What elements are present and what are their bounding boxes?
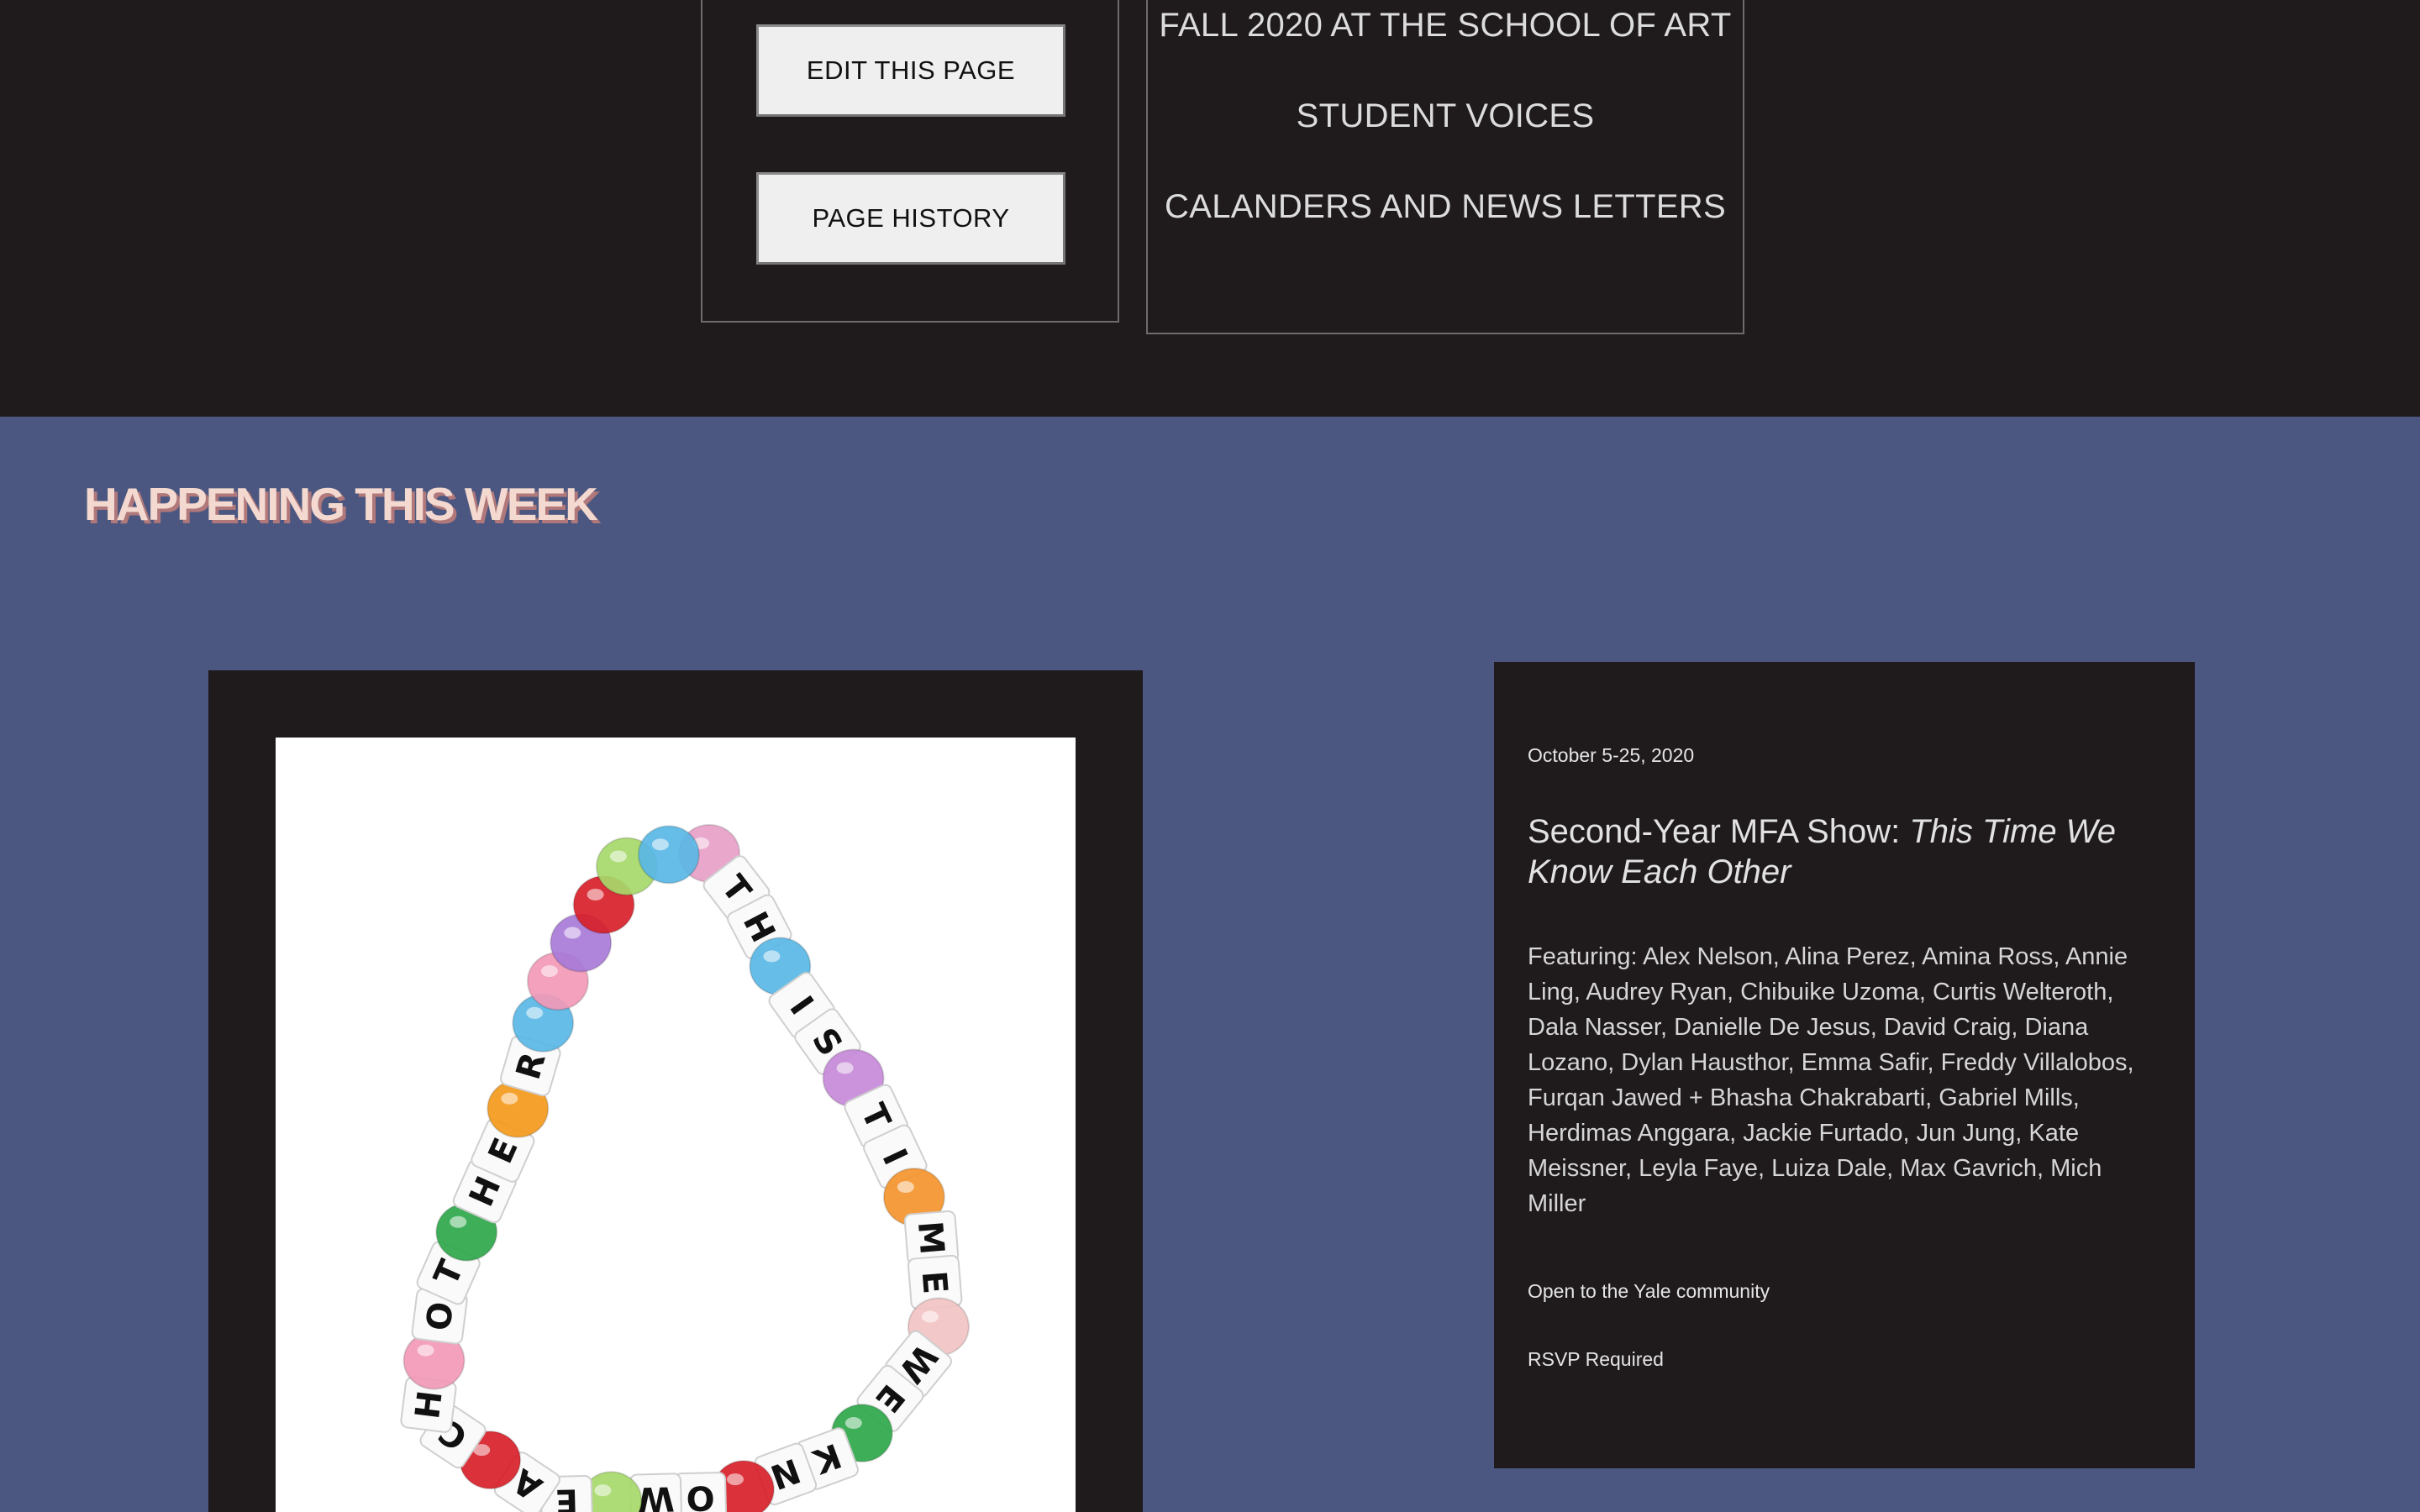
bead-highlight [587, 889, 604, 901]
nav-link-fall-2020[interactable]: FALL 2020 AT THE SCHOOL OF ART [1148, 7, 1743, 45]
event-featuring: Featuring: Alex Nelson, Alina Perez, Ami… [1528, 943, 2134, 1217]
section-title: HAPPENING THIS WEEK [84, 478, 598, 530]
bead-highlight [726, 1473, 744, 1486]
event-image-frame: THISTIMEWEKNOWEACHOTHER [208, 670, 1143, 1512]
event-date: October 5-25, 2020 [1528, 744, 1695, 766]
event-audience: Open to the Yale community [1528, 1280, 1770, 1302]
bead-highlight [651, 838, 669, 851]
bead-highlight [897, 1181, 914, 1194]
bead-highlight [501, 1092, 518, 1105]
nav-link-calendars-newsletters[interactable]: CALANDERS AND NEWS LETTERS [1148, 188, 1743, 226]
bead-highlight [763, 950, 781, 963]
bead-highlight [417, 1344, 434, 1357]
bead-highlight [526, 1006, 544, 1019]
letter-bead-letter: M [910, 1220, 951, 1256]
page-actions-panel: EDIT THIS PAGE PAGE HISTORY [701, 0, 1119, 323]
bead-highlight [836, 1062, 854, 1074]
page-history-button[interactable]: PAGE HISTORY [756, 172, 1065, 265]
letter-bead: O [674, 1472, 728, 1512]
letter-bead-letter: O [686, 1478, 715, 1512]
nav-link-student-voices[interactable]: STUDENT VOICES [1148, 97, 1743, 135]
letter-bead-letter: W [637, 1478, 675, 1512]
letter-bead-letter: O [419, 1299, 461, 1332]
letter-bead-letter: E [914, 1269, 955, 1295]
event-card: October 5-25, 2020 Second-Year MFA Show:… [1494, 662, 2195, 1468]
bead-highlight [844, 1417, 862, 1430]
bead-highlight [594, 1484, 612, 1497]
event-title-prefix: Second-Year MFA Show: [1528, 813, 1910, 850]
bead-highlight [450, 1215, 467, 1228]
letter-bead-letter: E [555, 1481, 578, 1512]
edit-page-button[interactable]: EDIT THIS PAGE [756, 24, 1065, 117]
site-nav-panel: FALL 2020 AT THE SCHOOL OF ART STUDENT V… [1146, 0, 1744, 334]
bead-highlight [609, 850, 627, 863]
event-rsvp: RSVP Required [1528, 1348, 1664, 1370]
event-image: THISTIMEWEKNOWEACHOTHER [276, 738, 1076, 1512]
bead-bracelet-image: THISTIMEWEKNOWEACHOTHER [400, 823, 970, 1512]
bead [637, 825, 700, 885]
letter-bead-letter: H [408, 1389, 450, 1421]
top-navigation-bar: EDIT THIS PAGE PAGE HISTORY FALL 2020 AT… [0, 0, 2420, 417]
bead-highlight [921, 1310, 939, 1323]
event-title[interactable]: Second-Year MFA Show: This Time We Know … [1528, 811, 2166, 892]
bead-highlight [564, 927, 581, 939]
bead-highlight [540, 965, 558, 978]
